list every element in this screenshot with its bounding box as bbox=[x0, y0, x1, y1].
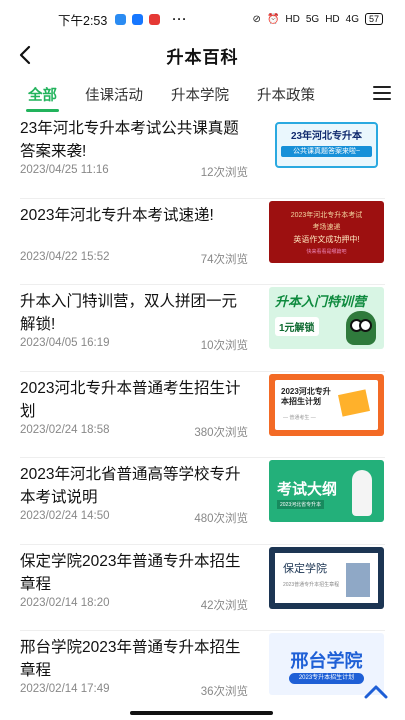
list-item[interactable]: 2023河北专升本普通考生招生计划 2023/02/24 18:58 380次浏… bbox=[20, 372, 385, 458]
thumbnail-text: 23年河北专升本 bbox=[290, 131, 363, 142]
page-header: 升本百科 bbox=[0, 38, 405, 72]
thumbnail-text: 升本入门特训营 bbox=[275, 294, 367, 309]
thumbnail-text: 1元解锁 bbox=[275, 317, 319, 336]
thumbnail-text: 保定学院 bbox=[283, 562, 327, 575]
article-date: 2023/04/22 15:52 bbox=[20, 250, 110, 263]
tab-activities[interactable]: 佳课活动 bbox=[85, 84, 143, 105]
status-indicators: ⊘ ⏰ HD 5G HD 4G 57 bbox=[253, 13, 383, 25]
article-date: 2023/02/14 17:49 bbox=[20, 683, 110, 695]
thumbnail-text: 邢台学院 bbox=[290, 651, 363, 671]
article-thumbnail: 2023河北专升本招生计划 — 普通考生 — bbox=[269, 373, 384, 436]
list-item[interactable]: 2023年河北省普通高等学校专升本考试说明 2023/02/24 14:50 4… bbox=[20, 458, 385, 545]
article-views: 12次浏览 bbox=[200, 167, 248, 179]
article-title: 保定学院2023年普通专升本招生章程 bbox=[20, 552, 241, 593]
thumbnail-text: 考场速递 bbox=[312, 223, 341, 231]
home-indicator[interactable] bbox=[130, 711, 273, 715]
owl-mascot-icon bbox=[346, 311, 376, 345]
thumbnail-text: 考试大纲 bbox=[277, 481, 338, 498]
thumbnail-text: 快来看看是哪篇吧 bbox=[306, 248, 347, 255]
article-thumbnail: 考试大纲 2023河北省专升本 bbox=[269, 460, 384, 522]
list-item[interactable]: 23年河北专升本考试公共课真题答案来袭! 2023/04/25 11:16 12… bbox=[20, 112, 385, 199]
signal-5g-icon: 5G bbox=[305, 13, 320, 25]
tab-college[interactable]: 升本学院 bbox=[171, 84, 229, 105]
person-illustration-icon bbox=[352, 470, 372, 516]
article-title: 2023年河北省普通高等学校专升本考试说明 bbox=[20, 466, 241, 506]
signal-4g-icon: 4G bbox=[345, 13, 359, 25]
chevron-up-icon[interactable] bbox=[363, 681, 389, 701]
battery-icon: 57 bbox=[364, 13, 383, 25]
article-thumbnail: 保定学院 2023普通专升本招生章程 bbox=[269, 546, 384, 609]
article-views: 10次浏览 bbox=[200, 340, 248, 352]
thumbnail-text: 英语作文成功押中! bbox=[293, 234, 360, 244]
article-title: 23年河北专升本考试公共课真题答案来袭! bbox=[20, 120, 239, 160]
app-notification-icon bbox=[132, 13, 144, 25]
article-views: 42次浏览 bbox=[200, 599, 248, 612]
article-title: 升本入门特训营，双人拼团一元解锁! bbox=[20, 293, 238, 333]
status-time: 下午2:53 bbox=[58, 13, 108, 28]
article-title: 2023年河北专升本考试速递! bbox=[20, 206, 214, 224]
article-thumbnail: 升本入门特训营 1元解锁 bbox=[269, 287, 384, 349]
article-list: 23年河北专升本考试公共课真题答案来袭! 2023/04/25 11:16 12… bbox=[0, 112, 405, 718]
alarm-icon: ⏰ bbox=[266, 13, 280, 25]
thumbnail-text: 2023普通专升本招生章程 bbox=[283, 581, 340, 588]
thumbnail-text: 公共课真题答案来啦~ bbox=[281, 146, 372, 157]
article-date: 2023/04/25 11:16 bbox=[20, 164, 109, 176]
back-arrow-icon[interactable] bbox=[12, 42, 38, 68]
article-views: 380次浏览 bbox=[194, 426, 248, 439]
article-views: 480次浏览 bbox=[194, 513, 248, 525]
app-notification-icon bbox=[115, 13, 127, 25]
thumbnail-text: 2023专升本招生计划 bbox=[289, 673, 364, 684]
article-title: 2023河北专升本普通考生招生计划 bbox=[20, 379, 241, 420]
list-item[interactable]: 保定学院2023年普通专升本招生章程 2023/02/14 18:20 42次浏… bbox=[20, 545, 385, 631]
tab-policy[interactable]: 升本政策 bbox=[257, 84, 315, 105]
list-item[interactable]: 2023年河北专升本考试速递! 2023/04/22 15:52 74次浏览 2… bbox=[20, 199, 385, 285]
article-thumbnail: 23年河北专升本 公共课真题答案来啦~ bbox=[269, 114, 384, 176]
page-title: 升本百科 bbox=[166, 47, 239, 67]
article-date: 2023/02/24 18:58 bbox=[20, 423, 110, 436]
article-date: 2023/02/24 14:50 bbox=[20, 510, 110, 522]
article-views: 36次浏览 bbox=[200, 686, 248, 698]
tab-all[interactable]: 全部 bbox=[26, 84, 59, 112]
article-date: 2023/04/05 16:19 bbox=[20, 337, 110, 349]
status-app-icons bbox=[115, 13, 161, 25]
hd-badge: HD bbox=[285, 13, 300, 25]
list-item[interactable]: 升本入门特训营，双人拼团一元解锁! 2023/04/05 16:19 10次浏览… bbox=[20, 285, 385, 372]
article-title: 邢台学院2023年普通专升本招生章程 bbox=[20, 639, 241, 679]
list-item[interactable]: 邢台学院2023年普通专升本招生章程 2023/02/14 17:49 36次浏… bbox=[20, 631, 385, 718]
category-tabs: 全部 佳课活动 升本学院 升本政策 bbox=[0, 74, 405, 114]
article-views: 74次浏览 bbox=[200, 253, 248, 266]
thumbnail-text: 2023年河北专升本考试 bbox=[290, 211, 363, 219]
app-notification-icon bbox=[149, 13, 161, 25]
more-notifications-icon: ··· bbox=[172, 12, 188, 26]
building-photo-icon bbox=[346, 562, 370, 597]
hd-badge: HD bbox=[325, 13, 340, 25]
mute-icon: ⊘ bbox=[252, 13, 261, 25]
thumbnail-text: 2023河北省专升本 bbox=[277, 500, 325, 509]
status-bar: 下午2:53 ··· ⊘ ⏰ HD 5G HD 4G 57 bbox=[0, 0, 405, 38]
thumbnail-text: — 普通考生 — bbox=[283, 414, 316, 421]
thumbnail-text: 2023河北专升本招生计划 bbox=[281, 386, 331, 406]
article-date: 2023/02/14 18:20 bbox=[20, 596, 110, 609]
article-thumbnail: 2023年河北专升本考试 考场速递 英语作文成功押中! 快来看看是哪篇吧 bbox=[269, 200, 384, 263]
hamburger-menu-icon[interactable] bbox=[373, 86, 391, 100]
